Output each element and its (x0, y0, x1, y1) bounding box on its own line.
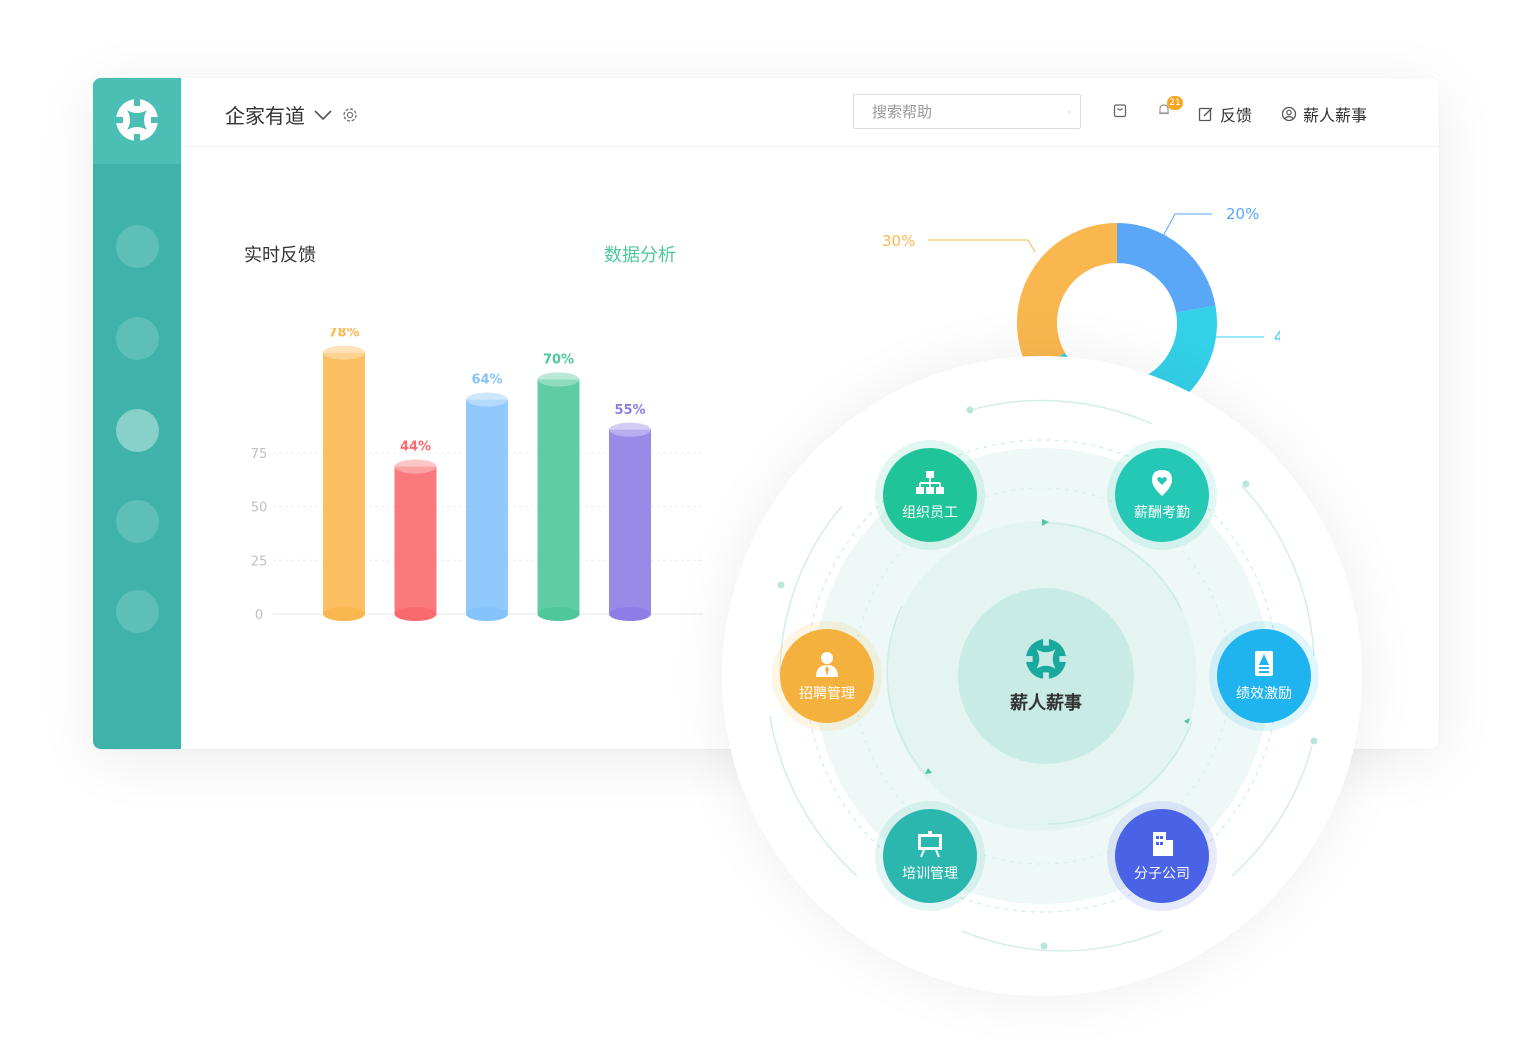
edit-icon (1198, 107, 1213, 122)
sidebar (93, 78, 181, 749)
donut-slice (1017, 223, 1118, 373)
presentation-board-icon (918, 831, 942, 858)
donut-leader-line (1161, 213, 1212, 239)
recruiter-icon (816, 652, 838, 677)
search-input[interactable] (870, 101, 1068, 122)
shopping-bag-icon (1113, 104, 1127, 118)
user-name: 薪人薪事 (1303, 106, 1368, 125)
bar-top-highlight (609, 422, 651, 437)
bar-data-label: 64% (471, 373, 502, 388)
bar-top-highlight (537, 372, 580, 387)
y-tick-label: 0 (255, 608, 263, 623)
bar-base (537, 607, 580, 621)
module-org-staff[interactable]: 组织员工 (883, 448, 977, 542)
y-tick-label: 75 (251, 447, 268, 462)
module-label: 招聘管理 (799, 686, 855, 702)
panel-title-analysis[interactable]: 数据分析 (604, 241, 676, 267)
module-training[interactable]: 培训管理 (883, 809, 977, 903)
search-icon[interactable] (1068, 104, 1070, 120)
user-avatar-icon (1281, 106, 1297, 122)
bar (323, 352, 365, 614)
center-module[interactable]: 薪人薪事 (958, 588, 1134, 764)
nav-item-1[interactable] (116, 225, 159, 268)
module-performance[interactable]: 绩效激励 (1217, 629, 1311, 723)
app-logo-icon[interactable] (114, 97, 160, 143)
bar-top-highlight (323, 345, 365, 360)
bar (537, 379, 580, 614)
module-branch-company[interactable]: 分子公司 (1115, 809, 1209, 903)
top-header: 企家有道 搜索帮助 21 反馈 薪人薪事 (181, 78, 1439, 147)
bar (394, 466, 437, 614)
feedback-label: 反馈 (1220, 106, 1253, 125)
bar-data-label: 44% (400, 440, 431, 455)
notification-button[interactable]: 21 (1157, 96, 1183, 118)
bar (609, 429, 651, 614)
bar-top-highlight (466, 392, 508, 407)
gear-icon[interactable] (341, 106, 359, 124)
module-label: 绩效激励 (1236, 686, 1292, 702)
center-module-label: 薪人薪事 (1010, 693, 1082, 714)
bar-base (609, 607, 651, 621)
module-label: 薪酬考勤 (1134, 505, 1190, 521)
bar-data-label: 55% (614, 403, 645, 418)
bar-top-highlight (394, 459, 437, 474)
bar-base (466, 607, 508, 621)
search-box (853, 94, 1081, 129)
feedback-button[interactable]: 反馈 (1198, 102, 1252, 126)
brand-logo-icon (1024, 637, 1068, 681)
company-name: 企家有道 (225, 104, 305, 128)
bar-base (323, 607, 365, 621)
org-chart-icon (916, 471, 944, 494)
module-salary-attendance[interactable]: 薪酬考勤 (1115, 448, 1209, 542)
sidebar-logo-area (93, 78, 181, 164)
user-menu[interactable]: 薪人薪事 (1281, 102, 1367, 126)
bar-data-label: 70% (543, 353, 574, 368)
module-recruitment[interactable]: 招聘管理 (780, 629, 874, 723)
panel-title-feedback: 实时反馈 (244, 245, 316, 266)
donut-slice-label: 30% (882, 232, 915, 250)
bar-chart: 0 25 50 75 78% 44% 64% 70% 55% (251, 328, 703, 623)
nav-item-5[interactable] (116, 590, 159, 633)
module-label: 培训管理 (902, 866, 958, 882)
notification-badge: 21 (1167, 96, 1183, 110)
donut-slice (1116, 223, 1216, 314)
chevron-down-icon (314, 109, 332, 120)
donut-leader-line (928, 239, 1036, 253)
y-tick-label: 25 (251, 554, 268, 569)
module-label: 分子公司 (1134, 866, 1190, 882)
bar-data-label: 78% (328, 328, 359, 341)
y-tick-label: 50 (251, 501, 268, 516)
bar (466, 399, 508, 614)
bag-button[interactable] (1113, 102, 1127, 118)
performance-doc-icon (1255, 651, 1273, 676)
bar-base (394, 607, 437, 621)
module-label: 组织员工 (902, 505, 958, 521)
nav-item-4[interactable] (116, 500, 159, 543)
nav-item-3[interactable] (116, 409, 159, 452)
donut-slice-label: 20% (1226, 205, 1259, 223)
location-heart-icon (1152, 470, 1172, 496)
nav-item-2[interactable] (116, 317, 159, 360)
building-icon (1153, 832, 1173, 856)
donut-slice-label: 40% (1274, 328, 1280, 346)
company-switcher[interactable]: 企家有道 (225, 100, 359, 129)
